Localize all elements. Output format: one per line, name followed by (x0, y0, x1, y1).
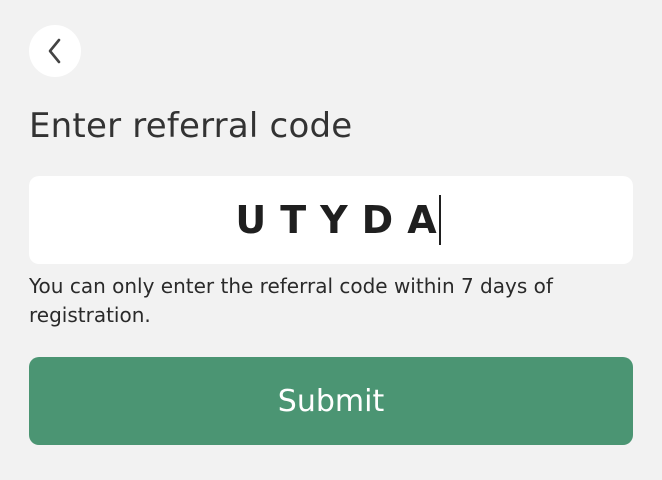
referral-code-screen: Enter referral code UTYDA You can only e… (0, 0, 662, 480)
text-caret (438, 195, 441, 245)
page-title: Enter referral code (29, 106, 353, 146)
referral-code-value: UTYDA (235, 198, 451, 242)
submit-button[interactable]: Submit (29, 357, 633, 445)
back-button[interactable] (29, 25, 81, 77)
referral-code-input[interactable]: UTYDA (235, 195, 441, 245)
referral-hint-text: You can only enter the referral code wit… (29, 274, 553, 327)
submit-button-label: Submit (277, 383, 385, 419)
referral-code-field[interactable]: UTYDA (29, 176, 633, 264)
chevron-left-icon (48, 38, 61, 64)
